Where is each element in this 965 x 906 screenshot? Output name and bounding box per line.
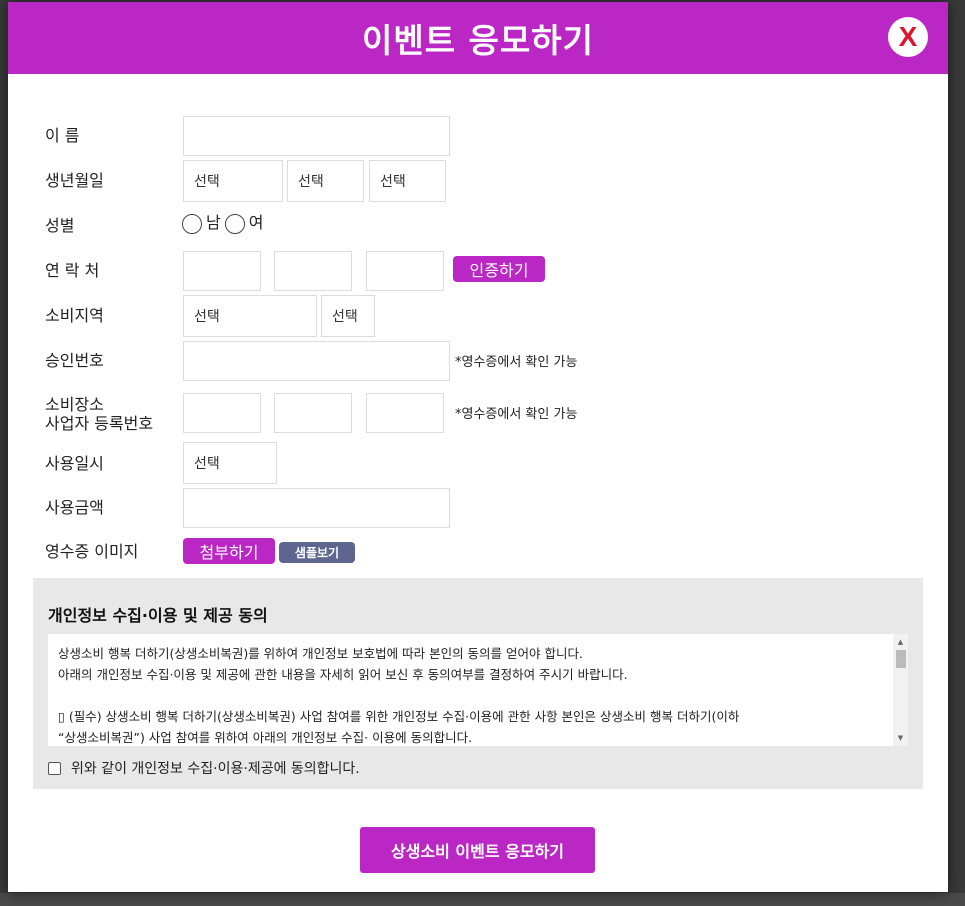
store-label-line2: 사업자 등록번호 bbox=[45, 414, 154, 433]
contact-input-1[interactable] bbox=[183, 251, 261, 291]
modal-header: 이벤트 응모하기 X bbox=[8, 2, 948, 74]
name-input[interactable] bbox=[183, 116, 450, 156]
submit-entry-button[interactable]: 상생소비 이벤트 응모하기 bbox=[360, 827, 595, 873]
event-entry-modal: 이벤트 응모하기 X 이 름 생년월일 선택 선택 선택 성별 남 여 연 락 … bbox=[8, 2, 948, 892]
verify-button[interactable]: 인증하기 bbox=[453, 256, 545, 282]
consent-line: 아래의 개인정보 수집·이용 및 제공에 관한 내용을 자세히 읽어 보신 후 … bbox=[58, 667, 628, 682]
scroll-up-arrow-icon[interactable]: ▲ bbox=[893, 636, 908, 648]
receipt-label: 영수증 이미지 bbox=[45, 542, 139, 561]
gender-radio-group: 남 여 bbox=[182, 212, 267, 236]
business-number-input-2[interactable] bbox=[274, 393, 352, 433]
gender-label: 성별 bbox=[45, 216, 75, 235]
approval-input[interactable] bbox=[183, 341, 450, 381]
birth-day-select[interactable]: 선택 bbox=[369, 160, 446, 202]
business-number-input-1[interactable] bbox=[183, 393, 261, 433]
gender-male-label: 남 bbox=[206, 213, 221, 232]
approval-label: 승인번호 bbox=[45, 351, 104, 370]
gender-female-radio[interactable] bbox=[224, 214, 245, 234]
use-date-select[interactable]: 선택 bbox=[183, 442, 277, 484]
store-note: *영수증에서 확인 가능 bbox=[455, 407, 578, 422]
contact-label: 연 락 처 bbox=[45, 261, 100, 280]
scroll-thumb[interactable] bbox=[896, 650, 906, 668]
amount-label: 사용금액 bbox=[45, 498, 104, 517]
consent-scrollbar[interactable]: ▲ ▼ bbox=[893, 634, 908, 746]
background-page bbox=[0, 893, 965, 906]
consent-line bbox=[58, 685, 883, 706]
consent-line: 상생소비 행복 더하기(상생소비복권)를 위하여 개인정보 보호법에 따라 본인… bbox=[58, 646, 583, 661]
region-select-2[interactable]: 선택 bbox=[321, 295, 375, 337]
birth-year-select[interactable]: 선택 bbox=[183, 160, 283, 202]
close-button[interactable]: X bbox=[888, 17, 928, 57]
name-label: 이 름 bbox=[45, 126, 80, 145]
consent-line: ▯ (필수) 상생소비 행복 더하기(상생소비복권) 사업 참여를 위한 개인정… bbox=[58, 709, 740, 724]
region-label: 소비지역 bbox=[45, 306, 104, 325]
region-select-1[interactable]: 선택 bbox=[183, 295, 317, 337]
attach-button[interactable]: 첨부하기 bbox=[183, 538, 275, 564]
business-number-input-3[interactable] bbox=[366, 393, 444, 433]
birth-month-select[interactable]: 선택 bbox=[287, 160, 364, 202]
scroll-down-arrow-icon[interactable]: ▼ bbox=[893, 732, 908, 744]
sample-view-button[interactable]: 샘플보기 bbox=[279, 542, 355, 563]
use-date-label: 사용일시 bbox=[45, 454, 104, 473]
consent-agree-label: 위와 같이 개인정보 수집·이용·제공에 동의합니다. bbox=[71, 761, 360, 777]
consent-agree-checkbox[interactable] bbox=[48, 761, 61, 775]
close-icon: X bbox=[898, 21, 918, 52]
contact-input-3[interactable] bbox=[366, 251, 444, 291]
consent-section: 개인정보 수집·이용 및 제공 동의 상생소비 행복 더하기(상생소비복권)를 … bbox=[33, 578, 923, 789]
modal-title: 이벤트 응모하기 bbox=[361, 21, 594, 60]
contact-input-2[interactable] bbox=[274, 251, 352, 291]
consent-textarea[interactable]: 상생소비 행복 더하기(상생소비복권)를 위하여 개인정보 보호법에 따라 본인… bbox=[48, 634, 908, 746]
consent-agree-row: 위와 같이 개인정보 수집·이용·제공에 동의합니다. bbox=[48, 758, 360, 778]
consent-title: 개인정보 수집·이용 및 제공 동의 bbox=[48, 606, 268, 625]
gender-male-radio[interactable] bbox=[182, 214, 202, 234]
birth-label: 생년월일 bbox=[45, 171, 104, 190]
consent-line: “상생소비복권”) 사업 참여를 위하여 아래의 개인정보 수집· 이용에 동의… bbox=[58, 730, 473, 745]
gender-female-label: 여 bbox=[248, 213, 264, 232]
approval-note: *영수증에서 확인 가능 bbox=[455, 355, 578, 370]
amount-input[interactable] bbox=[183, 488, 450, 528]
store-label-line1: 소비장소 bbox=[45, 395, 104, 414]
